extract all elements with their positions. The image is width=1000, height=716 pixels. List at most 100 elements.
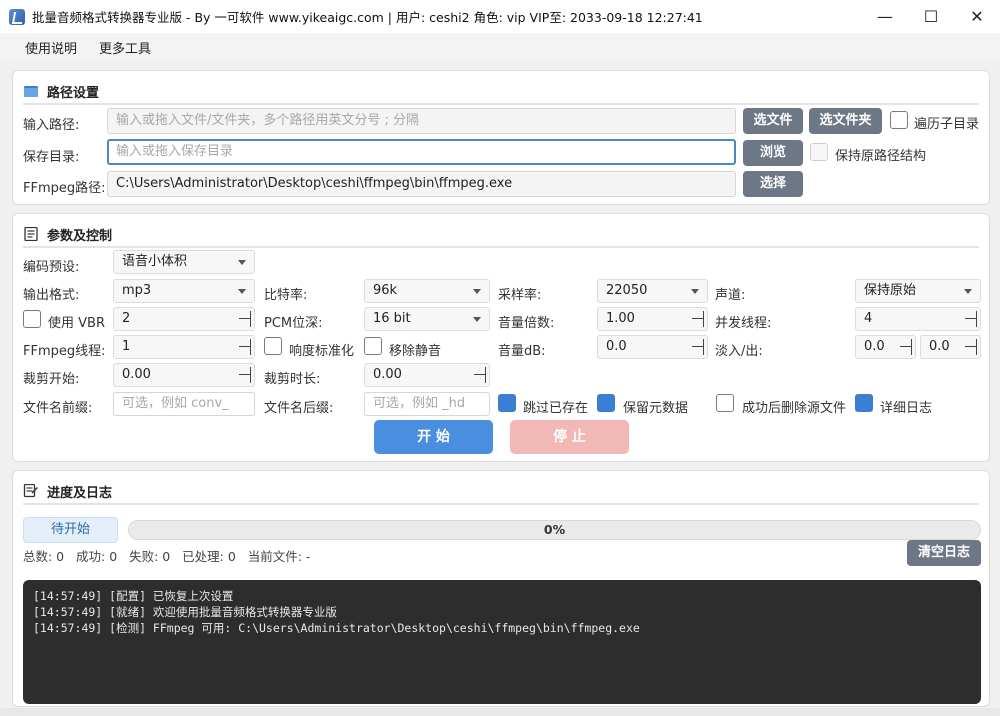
format-label: 输出格式:: [23, 288, 80, 303]
progress-bar: 0%: [128, 520, 981, 540]
suffix-label: 文件名后缀:: [264, 401, 334, 416]
fade-in-spinbox[interactable]: 0.0: [855, 335, 916, 359]
folder-icon: [24, 86, 38, 97]
chevron-down-icon: [691, 289, 699, 294]
preset-select[interactable]: 语音小体积: [113, 250, 255, 274]
format-value: mp3: [122, 283, 152, 298]
samplerate-label: 采样率:: [498, 288, 542, 303]
spin-arrows-icon[interactable]: [692, 311, 704, 327]
volume-mult-spinbox[interactable]: 1.00: [597, 307, 708, 331]
silence-removal-label: 移除静音: [389, 344, 442, 359]
pcm-value: 16 bit: [373, 311, 411, 326]
samplerate-select[interactable]: 22050: [597, 279, 708, 303]
spin-arrows-icon[interactable]: [239, 367, 251, 383]
close-button[interactable]: ✕: [954, 0, 1000, 33]
fade-out-value: 0.0: [929, 339, 950, 354]
volume-mult-label: 音量倍数:: [498, 316, 555, 331]
trim-length-spinbox[interactable]: 0.00: [364, 363, 490, 387]
log-line: [14:57:49] [检测] FFmpeg 可用: C:\Users\Admi…: [33, 621, 640, 635]
menu-item-help[interactable]: 使用说明: [14, 38, 88, 57]
volume-mult-value: 1.00: [606, 311, 635, 326]
panel-title: 参数及控制: [47, 228, 113, 244]
keep-metadata-checkbox[interactable]: [597, 394, 615, 412]
suffix-input[interactable]: 可选，例如 _hd: [364, 392, 490, 416]
pcm-label: PCM位深:: [264, 316, 323, 331]
fade-label: 淡入/出:: [715, 344, 763, 359]
input-path-field[interactable]: 输入或拖入文件/文件夹，多个路径用英文分号 ; 分隔: [107, 108, 736, 134]
channel-select[interactable]: 保持原始: [855, 279, 981, 303]
threads-label: 并发线程:: [715, 316, 772, 331]
menu-item-more-tools[interactable]: 更多工具: [88, 38, 162, 57]
spin-arrows-icon[interactable]: [965, 339, 977, 355]
keep-structure-checkbox[interactable]: [810, 143, 828, 161]
silence-removal-checkbox[interactable]: [364, 337, 382, 355]
output-dir-label: 保存目录:: [23, 150, 80, 165]
bitrate-value: 96k: [373, 283, 398, 298]
vbr-checkbox[interactable]: [23, 310, 41, 328]
document-icon: [24, 227, 38, 241]
bitrate-select[interactable]: 96k: [364, 279, 490, 303]
recurse-subdirs-checkbox[interactable]: [890, 111, 908, 129]
panel-header: 路径设置: [23, 79, 979, 105]
vbr-quality-spinbox[interactable]: 2: [113, 307, 255, 331]
minimize-button[interactable]: —: [862, 0, 908, 33]
prefix-input[interactable]: 可选，例如 conv_: [113, 392, 255, 416]
spin-arrows-icon[interactable]: [239, 311, 251, 327]
channel-value: 保持原始: [864, 283, 917, 298]
chevron-down-icon: [238, 289, 246, 294]
loudnorm-checkbox[interactable]: [264, 337, 282, 355]
delete-source-label: 成功后删除源文件: [742, 401, 847, 416]
chevron-down-icon: [964, 289, 972, 294]
output-dir-field[interactable]: 输入或拖入保存目录: [107, 139, 736, 165]
volume-db-label: 音量dB:: [498, 344, 546, 359]
stop-button[interactable]: 停 止: [510, 420, 629, 454]
skip-existing-checkbox[interactable]: [498, 394, 516, 412]
fade-out-spinbox[interactable]: 0.0: [920, 335, 981, 359]
log-output[interactable]: [14:57:49] [配置] 已恢复上次设置 [14:57:49] [就绪] …: [23, 580, 981, 704]
recurse-subdirs-label: 遍历子目录: [914, 117, 980, 132]
ffmpeg-path-field[interactable]: C:\Users\Administrator\Desktop\ceshi\ffm…: [107, 171, 736, 197]
clear-log-button[interactable]: 清空日志: [907, 540, 981, 566]
verbose-log-checkbox[interactable]: [855, 394, 873, 412]
panel-title: 进度及日志: [47, 485, 113, 501]
keep-structure-label: 保持原路径结构: [835, 149, 927, 164]
progress-log-panel: 进度及日志 待开始 0% 总数: 0 成功: 0 失败: 0 已处理: 0 当前…: [12, 470, 990, 707]
maximize-button[interactable]: ☐: [908, 0, 954, 33]
bitrate-label: 比特率:: [264, 288, 308, 303]
delete-source-checkbox[interactable]: [716, 394, 734, 412]
stats-text: 总数: 0 成功: 0 失败: 0 已处理: 0 当前文件: -: [23, 549, 311, 564]
ffmpeg-threads-value: 1: [122, 339, 131, 354]
threads-spinbox[interactable]: 4: [855, 307, 981, 331]
panel-header: 参数及控制: [23, 222, 979, 248]
format-select[interactable]: mp3: [113, 279, 255, 303]
pcm-select[interactable]: 16 bit: [364, 307, 490, 331]
spin-arrows-icon[interactable]: [965, 311, 977, 327]
verbose-log-label: 详细日志: [880, 401, 933, 416]
app-icon: [9, 8, 25, 25]
start-button[interactable]: 开 始: [374, 420, 493, 454]
window-bottom-edge: [0, 708, 1000, 716]
params-panel: 参数及控制 编码预设: 语音小体积 输出格式: mp3 比特率: 96k 采样率…: [12, 213, 990, 462]
volume-db-spinbox[interactable]: 0.0: [597, 335, 708, 359]
choose-file-button[interactable]: 选文件: [743, 108, 803, 134]
fade-in-value: 0.0: [864, 339, 885, 354]
choose-folder-button[interactable]: 选文件夹: [809, 108, 882, 134]
channel-label: 声道:: [715, 288, 746, 303]
trim-length-label: 裁剪时长:: [264, 372, 321, 387]
prefix-label: 文件名前缀:: [23, 401, 93, 416]
keep-metadata-label: 保留元数据: [623, 401, 689, 416]
title-bar: 批量音频格式转换器专业版 - By 一可软件 www.yikeaigc.com …: [0, 0, 1000, 33]
ffmpeg-threads-spinbox[interactable]: 1: [113, 335, 255, 359]
log-line: [14:57:49] [配置] 已恢复上次设置: [33, 589, 234, 603]
trim-start-label: 裁剪开始:: [23, 372, 80, 387]
spin-arrows-icon[interactable]: [474, 367, 486, 383]
select-ffmpeg-button[interactable]: 选择: [743, 171, 803, 197]
spin-arrows-icon[interactable]: [900, 339, 912, 355]
preset-label: 编码预设:: [23, 260, 80, 275]
browse-button[interactable]: 浏览: [743, 140, 803, 166]
trim-start-spinbox[interactable]: 0.00: [113, 363, 255, 387]
panel-header: 进度及日志: [23, 479, 979, 505]
vbr-value: 2: [122, 311, 131, 326]
spin-arrows-icon[interactable]: [692, 339, 704, 355]
spin-arrows-icon[interactable]: [239, 339, 251, 355]
